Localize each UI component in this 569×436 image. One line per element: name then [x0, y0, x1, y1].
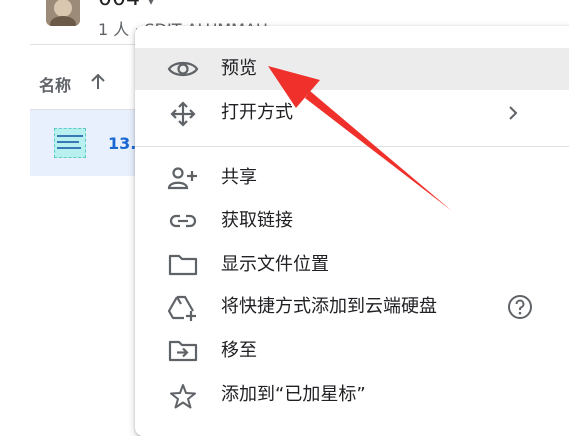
- folder-title: 004: [98, 0, 140, 11]
- menu-item-move-to[interactable]: 移至: [135, 330, 569, 372]
- column-header-name[interactable]: 名称: [39, 72, 71, 96]
- context-menu: 预览 打开方式 共享 获取链接 显示文件位置 将快捷方式添加到云端硬盘 移至 添…: [135, 26, 569, 436]
- menu-item-label: 移至: [221, 340, 257, 361]
- menu-item-share[interactable]: 共享: [135, 157, 569, 199]
- table-row[interactable]: 13.: [30, 110, 140, 176]
- menu-item-label: 预览: [221, 58, 257, 79]
- menu-item-add-shortcut[interactable]: 将快捷方式添加到云端硬盘: [135, 286, 569, 328]
- chevron-down-icon[interactable]: ▾: [148, 0, 154, 8]
- star-icon: [167, 383, 199, 409]
- menu-item-open-with[interactable]: 打开方式: [135, 92, 569, 134]
- menu-item-label: 共享: [221, 167, 257, 188]
- menu-item-label: 将快捷方式添加到云端硬盘: [221, 296, 437, 317]
- menu-item-get-link[interactable]: 获取链接: [135, 200, 569, 242]
- link-icon: [167, 209, 199, 233]
- arrow-up-icon[interactable]: [88, 72, 108, 92]
- move-arrows-icon: [167, 101, 199, 127]
- menu-item-show-location[interactable]: 显示文件位置: [135, 244, 569, 286]
- menu-item-preview[interactable]: 预览: [135, 48, 569, 90]
- folder-icon: [167, 253, 199, 277]
- add-to-drive-icon: [167, 295, 199, 321]
- menu-item-label: 添加到“已加星标”: [221, 384, 366, 405]
- menu-item-label: 打开方式: [221, 102, 293, 123]
- file-name[interactable]: 13.: [108, 134, 136, 153]
- menu-item-add-star[interactable]: 添加到“已加星标”: [135, 374, 569, 416]
- eye-icon: [167, 57, 199, 81]
- move-to-folder-icon: [167, 339, 199, 363]
- avatar[interactable]: [46, 0, 80, 26]
- header-divider: [30, 44, 140, 45]
- file-thumbnail: [54, 128, 86, 158]
- person-add-icon: [167, 166, 199, 190]
- menu-divider: [135, 146, 569, 147]
- menu-item-label: 获取链接: [221, 210, 293, 231]
- help-circle-icon[interactable]: [507, 294, 533, 320]
- menu-item-label: 显示文件位置: [221, 254, 329, 275]
- chevron-right-icon: [505, 104, 521, 122]
